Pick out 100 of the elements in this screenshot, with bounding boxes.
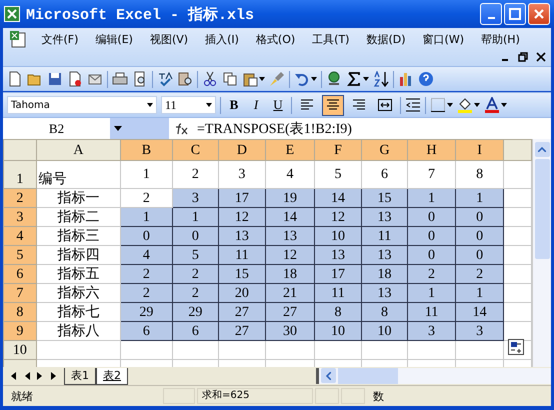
paste-icon[interactable] (242, 71, 258, 87)
font-color-icon[interactable] (484, 97, 500, 113)
menu-item[interactable]: 数据(D) (358, 32, 414, 46)
previous-sheet-icon[interactable] (24, 372, 30, 380)
column-header[interactable]: A (36, 140, 121, 160)
table-cell: 27 (265, 302, 315, 322)
status-text: 就绪 (10, 388, 34, 404)
minimize-icon (488, 17, 494, 19)
menu-item[interactable]: 编辑(E) (86, 32, 142, 46)
column-header[interactable]: B (120, 140, 172, 160)
underline-button[interactable]: U (269, 95, 287, 115)
excel-icon (4, 6, 20, 22)
row-header[interactable]: 5 (4, 246, 36, 264)
table-cell: 0 (408, 246, 456, 264)
menu-item[interactable]: 格式(O) (247, 32, 304, 46)
column-header[interactable]: E (265, 140, 315, 160)
sheet-tab[interactable]: 表2 (96, 368, 128, 384)
table-cell: 编号 (36, 160, 121, 188)
row-header[interactable]: 1 (4, 160, 36, 188)
row-header[interactable]: 7 (4, 284, 36, 302)
first-sheet-icon[interactable] (9, 372, 17, 380)
horizontal-scrollbar[interactable] (319, 368, 551, 384)
decrease-indent-icon[interactable] (405, 97, 421, 113)
table-cell: 6 (120, 322, 172, 340)
row-header[interactable]: 10 (4, 340, 36, 360)
column-header[interactable]: C (172, 140, 219, 160)
table-cell: 20 (218, 284, 266, 302)
new-document-icon[interactable] (7, 71, 23, 87)
permission-icon[interactable] (67, 71, 83, 87)
column-header[interactable]: F (314, 140, 362, 160)
menu-item[interactable]: 窗口(W) (414, 32, 472, 46)
align-center-button[interactable] (322, 94, 344, 116)
help-icon[interactable] (418, 71, 434, 87)
font-size-field[interactable]: 11 (161, 96, 216, 114)
align-right-icon (352, 99, 366, 111)
borders-icon[interactable] (430, 97, 446, 113)
table-cell: 1 (408, 284, 456, 302)
copy-icon[interactable] (222, 71, 238, 87)
table-cell: 5 (172, 246, 219, 264)
table-cell: 10 (361, 322, 408, 340)
table-cell: 8 (314, 302, 362, 322)
workbook-icon[interactable] (9, 30, 27, 48)
column-header[interactable]: G (361, 140, 408, 160)
menu-item[interactable]: 插入(I) (196, 32, 248, 46)
restore-icon[interactable] (518, 52, 528, 62)
caret-icon[interactable] (259, 77, 265, 81)
close-icon[interactable] (536, 52, 546, 62)
table-cell: 1 (408, 188, 456, 208)
fill-color-icon[interactable] (457, 97, 473, 113)
function-icon[interactable] (175, 122, 189, 134)
status-indicator: 数 (372, 388, 384, 404)
next-sheet-icon[interactable] (37, 372, 43, 380)
caret-icon[interactable] (363, 77, 369, 81)
caret-icon[interactable] (447, 103, 453, 107)
row-header[interactable]: 9 (4, 322, 36, 340)
close-icon (533, 8, 545, 20)
table-cell: 10 (314, 226, 362, 246)
chart-icon[interactable] (398, 71, 414, 87)
menu-item[interactable]: 文件(F) (33, 32, 87, 46)
vertical-scrollbar[interactable] (532, 139, 551, 367)
table-cell: 15 (218, 264, 266, 284)
column-header[interactable]: D (218, 140, 266, 160)
menu-item[interactable]: 视图(V) (141, 32, 197, 46)
table-cell: 11 (314, 284, 362, 302)
italic-button[interactable]: I (247, 95, 265, 115)
close-button[interactable] (528, 3, 550, 25)
caret-icon[interactable] (311, 77, 317, 81)
align-center-icon (326, 99, 340, 111)
caret-icon[interactable] (114, 126, 122, 131)
menu-item[interactable]: 帮助(H) (472, 32, 528, 46)
maximize-icon (509, 8, 521, 20)
font-field[interactable]: Tahoma (7, 96, 157, 114)
sort-ascending-icon[interactable] (373, 71, 389, 87)
research-icon[interactable] (177, 71, 193, 87)
spelling-icon[interactable] (157, 71, 173, 87)
table-cell: 4 (120, 246, 172, 264)
name-box[interactable]: B2 (3, 120, 110, 136)
cut-icon[interactable] (202, 71, 218, 87)
last-sheet-icon[interactable] (50, 372, 58, 380)
print-icon[interactable] (112, 71, 128, 87)
row-header[interactable]: 4 (4, 226, 36, 246)
undo-icon[interactable] (294, 71, 310, 87)
row-header[interactable]: 8 (4, 302, 36, 322)
caret-icon[interactable] (474, 103, 480, 107)
caret-icon[interactable] (501, 103, 507, 107)
formula-field[interactable]: =TRANSPOSE(表1!B2:I9) (197, 120, 352, 138)
sigma-icon[interactable] (346, 71, 362, 87)
row-header[interactable]: 6 (4, 264, 36, 284)
paste-options-icon[interactable] (508, 339, 524, 355)
maximize-button[interactable] (504, 3, 526, 25)
row-header[interactable]: 2 (4, 188, 36, 208)
table-cell: 0 (408, 226, 456, 246)
table-cell: 指标五 (36, 264, 121, 284)
bold-button[interactable]: B (225, 95, 243, 115)
column-header[interactable]: I (455, 140, 504, 160)
caret-icon (206, 103, 212, 107)
row-header[interactable]: 3 (4, 208, 36, 226)
minimize-button[interactable] (480, 3, 502, 25)
column-header[interactable]: H (408, 140, 456, 160)
menu-item[interactable]: 工具(T) (304, 32, 358, 46)
